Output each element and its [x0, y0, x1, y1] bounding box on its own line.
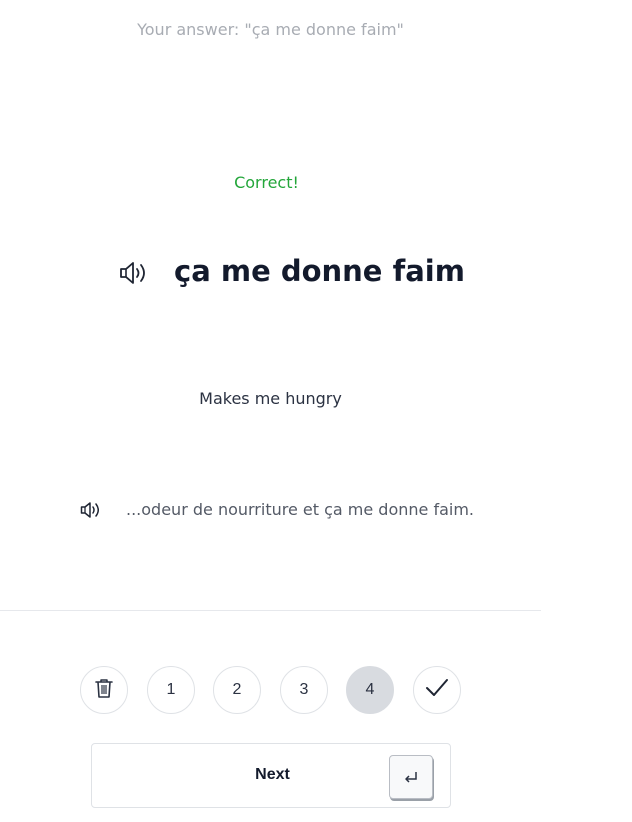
example-sentence: ...odeur de nourriture et ça me donne fa… [126, 500, 475, 519]
main-phrase: ça me donne faim [174, 254, 465, 288]
phrase-speaker-icon[interactable] [119, 260, 150, 286]
delete-button[interactable] [80, 666, 128, 714]
check-icon [424, 677, 450, 704]
enter-key-icon [389, 755, 433, 799]
divider [0, 610, 541, 611]
rating-button-2[interactable]: 2 [213, 666, 261, 714]
correct-feedback: Correct! [234, 173, 299, 192]
rating-button-3[interactable]: 3 [280, 666, 328, 714]
trash-icon [94, 677, 114, 704]
rating-button-4[interactable]: 4 [346, 666, 394, 714]
next-button[interactable]: Next [91, 743, 451, 808]
your-answer-text: Your answer: "ça me donne faim" [137, 20, 404, 39]
confirm-button[interactable] [413, 666, 461, 714]
translation-text: Makes me hungry [199, 389, 342, 408]
example-speaker-icon[interactable] [80, 501, 102, 519]
rating-button-1[interactable]: 1 [147, 666, 195, 714]
